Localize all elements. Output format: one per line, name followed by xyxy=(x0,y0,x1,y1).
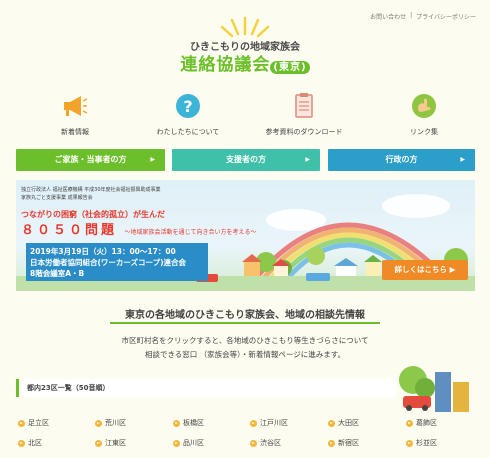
ward-link-itabashi[interactable]: 板橋区 xyxy=(173,418,204,428)
banner-date: 2019年3月19日（火）13：00〜17：00 xyxy=(30,247,176,256)
info-body-line1: 市区町村名をクリックすると、各地域のひきこもり等生きづらさについて xyxy=(121,336,369,345)
family-category-button[interactable]: ご家族・当事者の方 ▶ xyxy=(16,149,165,171)
ward-link-katsushika[interactable]: 葛飾区 xyxy=(406,418,437,428)
government-category-button[interactable]: 行政の方 ▶ xyxy=(328,149,475,171)
ward-label: 江東区 xyxy=(105,439,126,447)
tokyo-23-wards-heading: 都内23区一覧（50音順） xyxy=(16,379,396,397)
topnav-separator: | xyxy=(410,12,413,19)
event-banner[interactable]: 独立行政法人 福祉医療機構 平成30年度社会福祉振興助成事業 家族丸ごと支援事業… xyxy=(16,180,475,291)
top-utility-nav: お問い合わせ | プライバシーポリシー xyxy=(370,12,476,21)
arrow-bullet-icon xyxy=(328,419,335,427)
ward-label: 足立区 xyxy=(28,419,49,427)
ward-link-adachi[interactable]: 足立区 xyxy=(18,418,49,428)
ward-label: 葛飾区 xyxy=(416,419,437,427)
banner-room: 8階会議室A・B xyxy=(30,269,85,278)
arrow-right-icon: ▶ xyxy=(150,156,155,163)
clipboard-icon xyxy=(295,93,313,118)
arrow-bullet-icon xyxy=(328,439,335,447)
logo-title: 連絡協議会 xyxy=(180,55,271,75)
arrow-bullet-icon xyxy=(95,439,102,447)
arrow-bullet-icon xyxy=(250,419,257,427)
arrow-bullet-icon xyxy=(406,439,413,447)
nav-downloads-label: 参考資料のダウンロード xyxy=(265,128,343,136)
ward-link-shibuya[interactable]: 渋谷区 xyxy=(250,438,281,448)
supporter-category-button[interactable]: 支援者の方 ▶ xyxy=(172,149,320,171)
ward-link-koto[interactable]: 江東区 xyxy=(95,438,126,448)
arrow-bullet-icon xyxy=(173,419,180,427)
banner-venue: 日本労働者協同組合(ワーカーズコープ)連合会 xyxy=(30,258,187,267)
ward-label: 品川区 xyxy=(183,439,204,447)
arrow-bullet-icon xyxy=(18,439,25,447)
ward-link-ota[interactable]: 大田区 xyxy=(328,418,359,428)
ward-label: 杉並区 xyxy=(416,439,437,447)
sunburst-logo-icon xyxy=(220,16,270,38)
banner-program: 家族丸ごと支援事業 成果報告会 xyxy=(21,195,93,201)
logo-region-badge: (東京) xyxy=(270,60,310,74)
cityscape-illustration xyxy=(399,366,469,412)
contact-link[interactable]: お問い合わせ xyxy=(370,12,406,21)
question-icon: ? xyxy=(176,94,200,118)
nav-links[interactable]: リンク集 xyxy=(392,92,456,137)
nav-about[interactable]: ? わたしたちについて xyxy=(138,92,238,137)
government-category-label: 行政の方 xyxy=(385,155,418,164)
arrow-bullet-icon xyxy=(95,419,102,427)
megaphone-icon xyxy=(64,96,88,116)
ward-label: 江戸川区 xyxy=(260,419,288,427)
svg-text:?: ? xyxy=(183,97,192,116)
ward-label: 渋谷区 xyxy=(260,439,281,447)
supporter-category-label: 支援者の方 xyxy=(226,155,266,164)
banner-organizer: 独立行政法人 福祉医療機構 平成30年度社会福祉振興助成事業 xyxy=(21,187,161,193)
ward-label: 板橋区 xyxy=(183,419,204,427)
ward-label: 大田区 xyxy=(338,419,359,427)
ward-link-kita[interactable]: 北区 xyxy=(18,438,42,448)
banner-more-button[interactable]: 詳しくはこちら ▶ xyxy=(382,260,468,280)
info-section-title: 東京の各地域のひきこもり家族会、地域の相談先情報 xyxy=(125,310,365,321)
ward-label: 荒川区 xyxy=(105,419,126,427)
hand-link-icon xyxy=(412,94,436,118)
ward-label: 北区 xyxy=(28,439,42,447)
arrow-right-icon: ▶ xyxy=(305,156,310,163)
ward-link-arakawa[interactable]: 荒川区 xyxy=(95,418,126,428)
ward-link-shinjuku[interactable]: 新宿区 xyxy=(328,438,359,448)
banner-title: ８０５０問題 〜地域家族会活動を通じて向き合い方を考える〜 xyxy=(21,219,256,238)
arrow-bullet-icon xyxy=(406,419,413,427)
arrow-right-icon: ▶ xyxy=(460,156,465,163)
arrow-bullet-icon xyxy=(250,439,257,447)
arrow-bullet-icon xyxy=(173,439,180,447)
nav-links-label: リンク集 xyxy=(410,128,438,136)
family-category-label: ご家族・当事者の方 xyxy=(54,155,127,164)
ward-link-edogawa[interactable]: 江戸川区 xyxy=(250,418,288,428)
ward-link-shinagawa[interactable]: 品川区 xyxy=(173,438,204,448)
banner-event-details: 2019年3月19日（火）13：00〜17：00 日本労働者協同組合(ワーカーズ… xyxy=(26,243,208,281)
arrow-bullet-icon xyxy=(18,419,25,427)
site-logo[interactable]: 連絡協議会 (東京) xyxy=(0,50,490,75)
privacy-policy-link[interactable]: プライバシーポリシー xyxy=(416,12,476,21)
nav-downloads[interactable]: 参考資料のダウンロード xyxy=(252,92,356,137)
ward-label: 新宿区 xyxy=(338,439,359,447)
nav-about-label: わたしたちについて xyxy=(156,128,220,136)
nav-news[interactable]: 新着情報 xyxy=(43,92,107,137)
nav-news-label: 新着情報 xyxy=(61,128,89,136)
banner-title-sub: 〜地域家族会活動を通じて向き合い方を考える〜 xyxy=(124,229,257,236)
info-title-underline xyxy=(110,322,380,324)
banner-title-main: ８０５０問題 xyxy=(21,223,118,238)
ward-link-suginami[interactable]: 杉並区 xyxy=(406,438,437,448)
